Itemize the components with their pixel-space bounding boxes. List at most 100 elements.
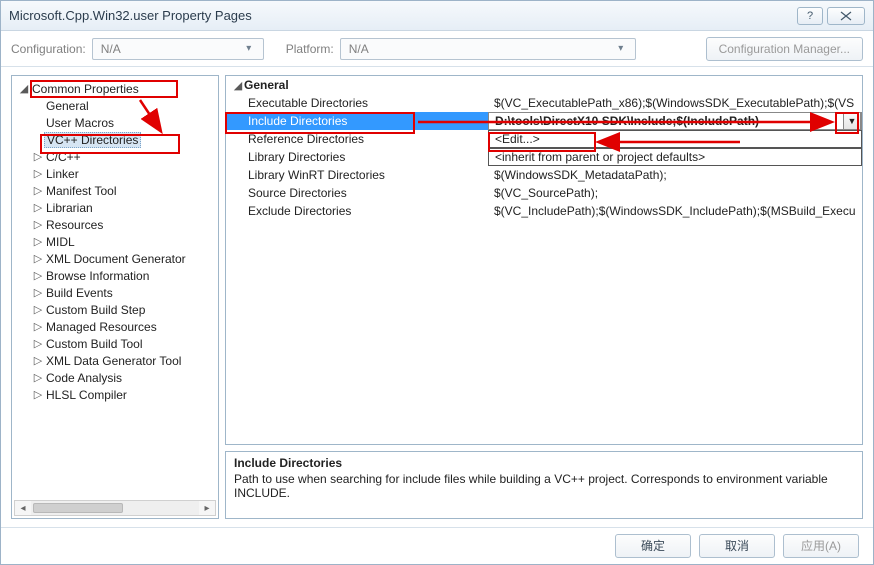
main-area: ◢ Common Properties GeneralUser MacrosVC…: [1, 67, 873, 527]
property-name: Library Directories: [226, 148, 488, 166]
nav-tree[interactable]: ◢ Common Properties GeneralUser MacrosVC…: [12, 76, 218, 407]
tree-item[interactable]: ▷Librarian: [14, 199, 216, 216]
tree-item[interactable]: ▷Manifest Tool: [14, 182, 216, 199]
property-name: Executable Directories: [226, 94, 488, 112]
tree-item-label: Librarian: [44, 201, 93, 215]
window-title: Microsoft.Cpp.Win32.user Property Pages: [9, 8, 793, 23]
tree-item[interactable]: ▷XML Data Generator Tool: [14, 352, 216, 369]
tree-item[interactable]: ▷XML Document Generator: [14, 250, 216, 267]
footer: 确定 取消 应用(A): [1, 527, 873, 563]
tree-item-label: HLSL Compiler: [44, 388, 127, 402]
tree-item-label: Custom Build Step: [44, 303, 145, 317]
tree-item[interactable]: VC++ Directories: [14, 131, 216, 148]
configuration-dropdown[interactable]: N/A ▾: [92, 38, 264, 60]
expand-icon[interactable]: ▷: [32, 184, 44, 197]
tree-item-label: Manifest Tool: [44, 184, 116, 198]
platform-label: Platform:: [286, 42, 334, 56]
tree-item-label: XML Data Generator Tool: [44, 354, 181, 368]
property-value[interactable]: $(VC_IncludePath);$(WindowsSDK_IncludePa…: [488, 202, 862, 220]
tree-item-label: Resources: [44, 218, 103, 232]
tree-item[interactable]: ▷Managed Resources: [14, 318, 216, 335]
property-row[interactable]: Library Directories<inherit from parent …: [226, 148, 862, 166]
scroll-left-icon[interactable]: ◂: [15, 501, 31, 515]
property-row[interactable]: Source Directories$(VC_SourcePath);: [226, 184, 862, 202]
property-value[interactable]: <Edit...>: [488, 130, 862, 148]
tree-item[interactable]: ▷Build Events: [14, 284, 216, 301]
tree-item[interactable]: General: [14, 97, 216, 114]
expand-icon[interactable]: ▷: [32, 388, 44, 401]
expand-icon[interactable]: ▷: [32, 320, 44, 333]
property-name: Source Directories: [226, 184, 488, 202]
expand-icon[interactable]: ▷: [32, 286, 44, 299]
scroll-track[interactable]: [31, 501, 199, 515]
tree-item[interactable]: ▷Custom Build Tool: [14, 335, 216, 352]
platform-dropdown[interactable]: N/A ▾: [340, 38, 636, 60]
tree-item[interactable]: ▷C/C++: [14, 148, 216, 165]
tree-item-label: Code Analysis: [44, 371, 122, 385]
apply-button[interactable]: 应用(A): [783, 534, 859, 558]
expand-icon[interactable]: ▷: [32, 337, 44, 350]
configuration-manager-button[interactable]: Configuration Manager...: [706, 37, 863, 61]
property-value[interactable]: $(VC_ExecutablePath_x86);$(WindowsSDK_Ex…: [488, 94, 862, 112]
tree-item-label: Browse Information: [44, 269, 149, 283]
tree-item[interactable]: ▷Resources: [14, 216, 216, 233]
expand-icon[interactable]: ▷: [32, 269, 44, 282]
chevron-down-icon: ▾: [613, 43, 629, 54]
expand-icon[interactable]: ▷: [32, 252, 44, 265]
platform-value: N/A: [349, 42, 369, 56]
expand-icon[interactable]: ▷: [32, 218, 44, 231]
property-row[interactable]: Include DirectoriesD:\tools\DirectX10 SD…: [226, 112, 862, 130]
tree-item[interactable]: ▷Custom Build Step: [14, 301, 216, 318]
collapse-icon[interactable]: ◢: [232, 79, 244, 92]
expand-icon[interactable]: ▷: [32, 235, 44, 248]
expand-icon[interactable]: ▷: [32, 167, 44, 180]
tree-item[interactable]: ▷Browse Information: [14, 267, 216, 284]
property-row[interactable]: Reference Directories<Edit...>: [226, 130, 862, 148]
tree-item[interactable]: ▷HLSL Compiler: [14, 386, 216, 403]
property-group-header[interactable]: ◢ General: [226, 76, 862, 94]
property-name: Library WinRT Directories: [226, 166, 488, 184]
tree-item-label: Custom Build Tool: [44, 337, 143, 351]
property-pane: ◢ General Executable Directories$(VC_Exe…: [225, 75, 863, 519]
property-row[interactable]: Exclude Directories$(VC_IncludePath);$(W…: [226, 202, 862, 220]
scroll-thumb[interactable]: [33, 503, 123, 513]
description-text: Path to use when searching for include f…: [234, 472, 854, 500]
property-row[interactable]: Library WinRT Directories$(WindowsSDK_Me…: [226, 166, 862, 184]
tree-item[interactable]: ▷MIDL: [14, 233, 216, 250]
collapse-icon[interactable]: ◢: [18, 82, 30, 95]
tree-item[interactable]: User Macros: [14, 114, 216, 131]
expand-icon[interactable]: ▷: [32, 354, 44, 367]
tree-item-label: VC++ Directories: [44, 132, 141, 148]
property-value[interactable]: $(VC_SourcePath);: [488, 184, 862, 202]
property-name: Include Directories: [226, 112, 488, 130]
property-value[interactable]: D:\tools\DirectX10 SDK\Include;$(Include…: [488, 112, 862, 130]
property-name: Reference Directories: [226, 130, 488, 148]
property-value[interactable]: $(WindowsSDK_MetadataPath);: [488, 166, 862, 184]
tree-root[interactable]: ◢ Common Properties: [14, 80, 216, 97]
help-button[interactable]: ?: [797, 7, 823, 25]
tree-item[interactable]: ▷Linker: [14, 165, 216, 182]
expand-icon[interactable]: ▷: [32, 303, 44, 316]
close-button[interactable]: [827, 7, 865, 25]
configuration-row: Configuration: N/A ▾ Platform: N/A ▾ Con…: [1, 31, 873, 67]
cancel-button[interactable]: 取消: [699, 534, 775, 558]
property-grid: ◢ General Executable Directories$(VC_Exe…: [225, 75, 863, 445]
scroll-right-icon[interactable]: ▸: [199, 501, 215, 515]
ok-button[interactable]: 确定: [615, 534, 691, 558]
property-row[interactable]: Executable Directories$(VC_ExecutablePat…: [226, 94, 862, 112]
description-title: Include Directories: [234, 456, 854, 470]
expand-icon[interactable]: ▷: [32, 201, 44, 214]
configuration-value: N/A: [101, 42, 121, 56]
tree-item-label: MIDL: [44, 235, 75, 249]
expand-icon[interactable]: ▷: [32, 371, 44, 384]
property-value[interactable]: <inherit from parent or project defaults…: [488, 148, 862, 166]
chevron-down-icon: ▾: [241, 43, 257, 54]
close-icon: [840, 11, 852, 21]
tree-item-label: Build Events: [44, 286, 113, 300]
expand-icon[interactable]: ▷: [32, 150, 44, 163]
tree-item[interactable]: ▷Code Analysis: [14, 369, 216, 386]
tree-item-label: General: [44, 99, 89, 113]
property-dropdown-button[interactable]: ▼: [843, 112, 861, 130]
property-name: Exclude Directories: [226, 202, 488, 220]
tree-horizontal-scrollbar[interactable]: ◂ ▸: [14, 500, 216, 516]
